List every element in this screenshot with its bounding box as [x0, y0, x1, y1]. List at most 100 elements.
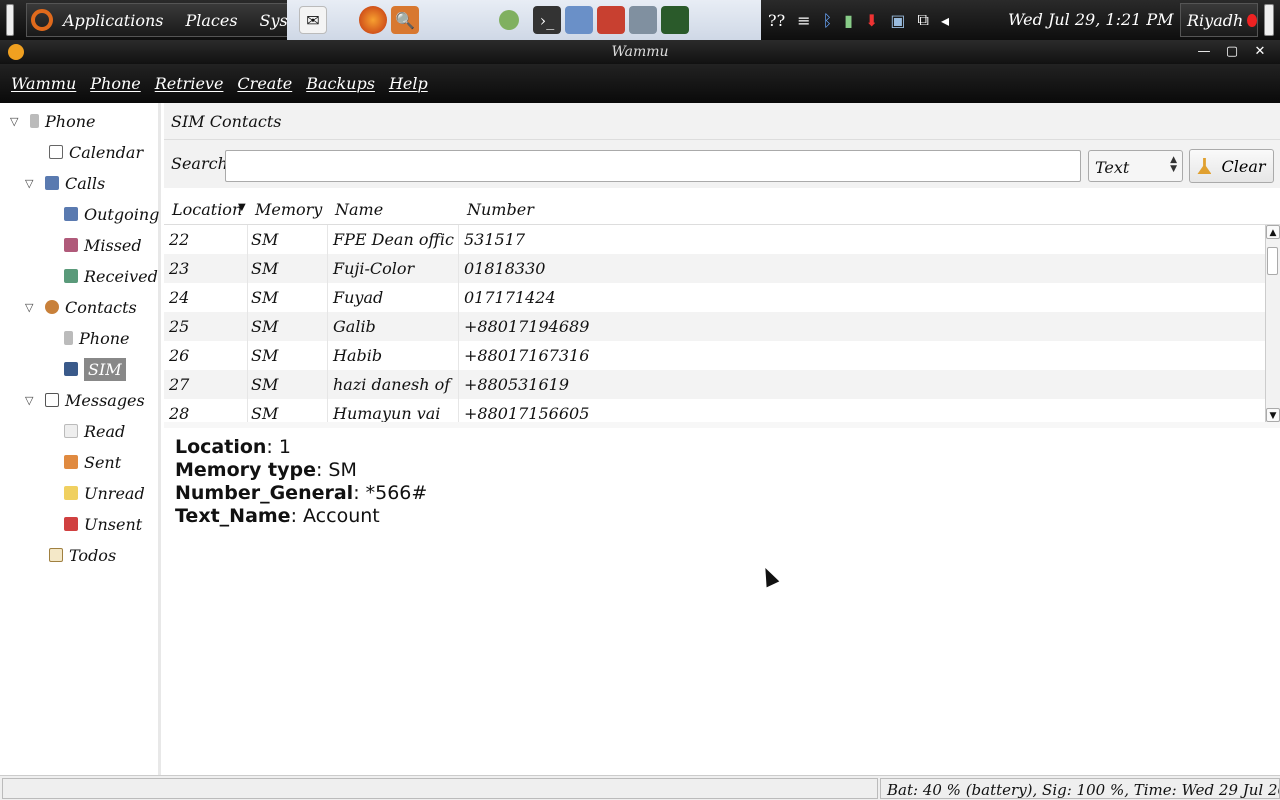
- window-buttons: — ▢ ✕: [1188, 42, 1272, 62]
- network-icon[interactable]: [499, 10, 519, 30]
- column-number[interactable]: Number: [467, 200, 534, 219]
- cell-number: +88017194689: [464, 317, 590, 336]
- search-input[interactable]: [225, 150, 1081, 182]
- menu-retrieve[interactable]: Retrieve: [155, 74, 224, 93]
- update-icon[interactable]: ⬇: [865, 11, 878, 30]
- panel-grip-right[interactable]: [1264, 4, 1274, 36]
- help-icon[interactable]: ??: [768, 11, 785, 30]
- search-app-icon[interactable]: 🔍: [391, 6, 419, 34]
- table-row[interactable]: 25 SM Galib +88017194689: [164, 312, 1265, 341]
- column-separator: [327, 254, 328, 283]
- menu-phone[interactable]: Phone: [90, 74, 140, 93]
- main-panel: SIM Contacts Search: Text ▲ ▼ Clear Locat…: [164, 103, 1280, 775]
- missed-call-icon: [64, 238, 78, 252]
- table-row[interactable]: 23 SM Fuji-Color 01818330: [164, 254, 1265, 283]
- cell-location: 27: [169, 375, 190, 394]
- firefox-icon[interactable]: [359, 6, 387, 34]
- table-row[interactable]: 22 SM FPE Dean offic 531517: [164, 225, 1265, 254]
- tree-item-missed[interactable]: Missed: [64, 233, 142, 257]
- cell-name: Fuji-Color: [333, 259, 415, 278]
- mail-icon[interactable]: ✉: [299, 6, 327, 34]
- window-titlebar[interactable]: Wammu — ▢ ✕: [0, 40, 1280, 64]
- table-row[interactable]: 24 SM Fuyad 017171424: [164, 283, 1265, 312]
- menu-create[interactable]: Create: [237, 74, 292, 93]
- table-scrollbar[interactable]: ▲ ▼: [1265, 225, 1280, 422]
- applications-menu[interactable]: Applications: [63, 11, 163, 30]
- column-separator: [327, 370, 328, 399]
- tree-item-phone-contacts[interactable]: Phone: [64, 326, 129, 350]
- menu-help[interactable]: Help: [389, 74, 428, 93]
- cell-name: Habib: [333, 346, 383, 365]
- column-separator: [247, 370, 248, 399]
- tree-item-contacts[interactable]: ▽ Contacts: [25, 295, 137, 319]
- panel-grip[interactable]: [6, 4, 14, 36]
- close-button[interactable]: ✕: [1248, 42, 1272, 62]
- tree-item-unsent[interactable]: Unsent: [64, 512, 142, 536]
- tree-item-unread[interactable]: Unread: [64, 481, 145, 505]
- outgoing-call-icon: [64, 207, 78, 221]
- column-separator: [247, 341, 248, 370]
- column-location[interactable]: Location: [172, 200, 242, 219]
- weather-icon[interactable]: ▣: [890, 11, 905, 30]
- volume-icon[interactable]: ◂: [941, 11, 949, 30]
- menu-backups[interactable]: Backups: [306, 74, 375, 93]
- unsent-message-icon: [64, 517, 78, 531]
- tree-item-messages[interactable]: ▽ Messages: [25, 388, 145, 412]
- tree-item-calendar[interactable]: Calendar: [49, 140, 143, 164]
- maximize-button[interactable]: ▢: [1220, 42, 1244, 62]
- pane-splitter[interactable]: [164, 422, 1280, 428]
- expander-icon[interactable]: ▽: [25, 177, 37, 190]
- table-row[interactable]: 27 SM hazi danesh of +880531619: [164, 370, 1265, 399]
- tree-item-sim[interactable]: SIM: [64, 357, 126, 381]
- battery-icon[interactable]: ▮: [844, 11, 853, 30]
- bluetooth-icon[interactable]: ᛒ: [823, 11, 833, 30]
- tree-item-phone[interactable]: ▽ Phone: [10, 109, 95, 133]
- table-row[interactable]: 26 SM Habib +88017167316: [164, 341, 1265, 370]
- satellite-icon[interactable]: [629, 6, 657, 34]
- tree-item-sent[interactable]: Sent: [64, 450, 121, 474]
- todos-icon: [49, 548, 63, 562]
- panel-clock[interactable]: Wed Jul 29, 1:21 PM: [1008, 10, 1174, 29]
- user-name: Riyadh: [1187, 10, 1244, 30]
- tree-item-read[interactable]: Read: [64, 419, 125, 443]
- wammu-app-icon[interactable]: [8, 44, 24, 60]
- workspace-icon[interactable]: ⧉: [918, 10, 929, 30]
- cell-number: 531517: [464, 230, 526, 249]
- status-left: [2, 778, 878, 799]
- column-memory[interactable]: Memory: [255, 200, 322, 219]
- menu-wammu[interactable]: Wammu: [11, 74, 76, 93]
- contacts-table: 22 SM FPE Dean offic 531517 23 SM Fuji-Color 01…: [164, 225, 1265, 428]
- scroll-down-icon[interactable]: ▼: [1266, 408, 1280, 422]
- detail-key: Text_Name: [175, 505, 291, 527]
- minimize-button[interactable]: —: [1192, 42, 1216, 62]
- contacts-icon: [45, 300, 59, 314]
- expander-icon[interactable]: ▽: [25, 394, 37, 407]
- scroll-up-icon[interactable]: ▲: [1266, 225, 1280, 239]
- system-monitor-icon[interactable]: [661, 6, 689, 34]
- tree-item-outgoing[interactable]: Outgoing: [64, 202, 159, 226]
- network-status-icon[interactable]: ≡: [797, 11, 810, 30]
- search-type-select[interactable]: Text ▲ ▼: [1088, 150, 1183, 182]
- installer-icon[interactable]: [597, 6, 625, 34]
- scroll-thumb[interactable]: [1267, 247, 1278, 275]
- sim-card-icon: [64, 362, 78, 376]
- remote-desktop-icon[interactable]: [565, 6, 593, 34]
- column-separator: [327, 341, 328, 370]
- expander-icon[interactable]: ▽: [10, 115, 22, 128]
- cell-location: 25: [169, 317, 190, 336]
- tree-item-calls[interactable]: ▽ Calls: [25, 171, 105, 195]
- calendar-icon: [49, 145, 63, 159]
- table-header: Location ▼ Memory Name Number: [164, 194, 1280, 225]
- received-call-icon: [64, 269, 78, 283]
- sort-descending-icon[interactable]: ▼: [238, 202, 246, 213]
- terminal-icon[interactable]: ›_: [533, 6, 561, 34]
- broom-icon: [1197, 158, 1212, 174]
- clear-button[interactable]: Clear: [1189, 149, 1274, 183]
- expander-icon[interactable]: ▽: [25, 301, 37, 314]
- status-right: Bat: 40 % (battery), Sig: 100 %, Time: W…: [880, 778, 1280, 799]
- user-menu[interactable]: Riyadh: [1180, 3, 1258, 37]
- places-menu[interactable]: Places: [185, 11, 237, 30]
- tree-item-received[interactable]: Received: [64, 264, 158, 288]
- column-name[interactable]: Name: [335, 200, 383, 219]
- tree-item-todos[interactable]: Todos: [49, 543, 116, 567]
